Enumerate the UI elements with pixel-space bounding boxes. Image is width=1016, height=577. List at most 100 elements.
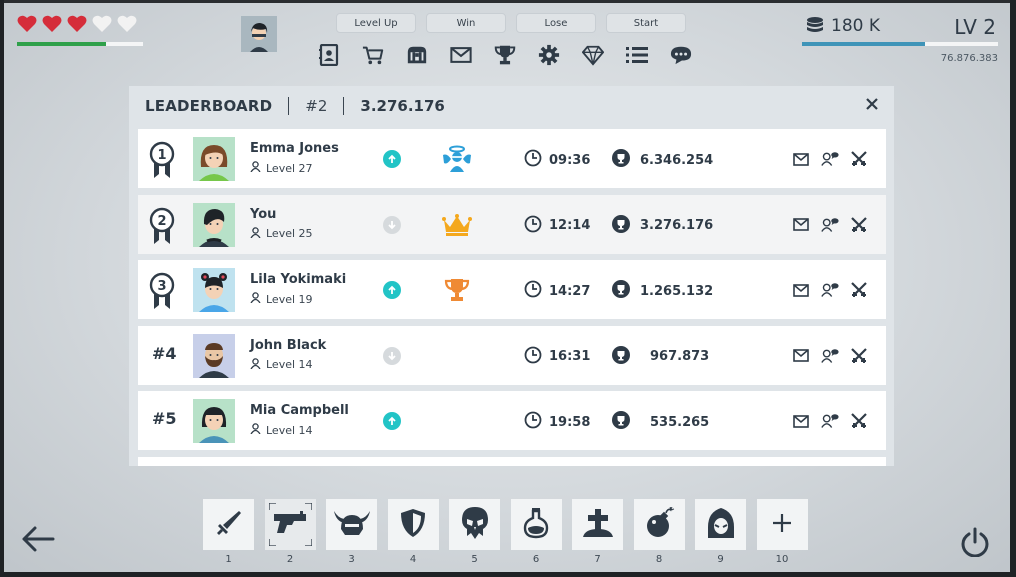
- svg-text:3: 3: [157, 279, 166, 294]
- add-friend-button[interactable]: [821, 150, 839, 168]
- leaderboard-panel: LEADERBOARD #2 3.276.176 1 Emma Jones Leve…: [129, 86, 894, 466]
- play-time: 14:27: [524, 280, 590, 302]
- message-button[interactable]: [792, 281, 810, 299]
- inventory-slot-button[interactable]: [264, 499, 316, 550]
- player-level-label: Level 25: [250, 226, 313, 241]
- message-button[interactable]: [792, 216, 810, 234]
- add-friend-button[interactable]: [821, 412, 839, 430]
- rank-medal-icon: 2: [148, 206, 176, 246]
- level-up-button[interactable]: Level Up: [336, 13, 416, 33]
- challenge-button[interactable]: [850, 347, 868, 365]
- start-button[interactable]: Start: [606, 13, 686, 33]
- challenge-button[interactable]: [850, 150, 868, 168]
- inventory-slot-2[interactable]: 2: [264, 499, 316, 565]
- player-level: LV 2: [954, 15, 996, 39]
- inventory-slot-9[interactable]: 9: [695, 499, 746, 565]
- add-friend-button[interactable]: [821, 347, 839, 365]
- slot-number: 10: [775, 554, 789, 565]
- leaderboard-row[interactable]: #5 Mia Campbell Level 14 19:58 535.265: [138, 391, 886, 450]
- message-button[interactable]: [792, 347, 810, 365]
- add-friend-button[interactable]: [821, 216, 839, 234]
- level-text: Level 14: [266, 358, 313, 371]
- leaderboard-list: 1 Emma Jones Level 27 09:36 6.346.254 2 You Lev…: [138, 129, 886, 466]
- chat-icon[interactable]: [670, 42, 692, 68]
- inventory-slot-button[interactable]: [449, 499, 500, 550]
- inventory-slot-button[interactable]: [326, 499, 377, 550]
- selection-frame: [268, 503, 312, 546]
- inventory-slot-10[interactable]: 10: [756, 499, 808, 565]
- player-avatar[interactable]: [193, 137, 235, 181]
- slot-number: 7: [594, 554, 601, 565]
- score-value: 1.265.132: [640, 283, 714, 299]
- close-button[interactable]: [860, 92, 884, 116]
- grave-icon: [581, 508, 615, 542]
- player-name: John Black: [250, 337, 327, 353]
- user-chat-icon: [821, 152, 839, 166]
- time-value: 16:31: [549, 349, 591, 364]
- score-display: 535.265: [612, 411, 709, 433]
- inventory-slot-button[interactable]: [387, 499, 439, 550]
- crossed-swords-icon: [851, 282, 867, 297]
- diamond-icon[interactable]: [582, 42, 604, 68]
- inventory-slot-button[interactable]: [203, 499, 254, 550]
- inventory-slot-button[interactable]: [510, 499, 562, 550]
- crossed-swords-icon: [851, 151, 867, 166]
- player-avatar[interactable]: [193, 333, 235, 378]
- trophy-icon[interactable]: [494, 42, 516, 68]
- player-avatar[interactable]: [241, 16, 277, 52]
- list-icon[interactable]: [626, 42, 648, 68]
- leaderboard-row[interactable]: [138, 456, 886, 466]
- player-name: Emma Jones: [250, 141, 339, 156]
- inventory-slot-button[interactable]: [756, 499, 808, 550]
- cart-icon[interactable]: [362, 42, 384, 68]
- score-display: 3.276.176: [612, 214, 713, 237]
- score-display: 6.346.254: [612, 149, 713, 171]
- leaderboard-row[interactable]: #4 John Black Level 14 16:31 967.873: [138, 325, 886, 385]
- score-display: 1.265.132: [612, 280, 713, 302]
- power-button[interactable]: [960, 527, 990, 558]
- crown-award-icon: [440, 210, 474, 240]
- user-icon: [250, 423, 261, 437]
- inventory-slot-button[interactable]: [572, 499, 623, 550]
- chest-icon[interactable]: [406, 42, 428, 68]
- inventory-slot-button[interactable]: [695, 499, 746, 550]
- slot-number: 4: [409, 554, 417, 565]
- inventory-slot-button[interactable]: [633, 499, 685, 550]
- angel-award-icon: [440, 144, 474, 174]
- clock-icon: [524, 280, 542, 302]
- back-button[interactable]: [20, 524, 56, 554]
- trophy-award-icon: [440, 275, 474, 305]
- player-avatar[interactable]: [193, 399, 235, 443]
- health-fill: [17, 42, 107, 46]
- play-time: 19:58: [524, 411, 590, 433]
- add-friend-button[interactable]: [821, 281, 839, 299]
- potion-icon: [523, 507, 549, 543]
- message-button[interactable]: [792, 150, 810, 168]
- challenge-button[interactable]: [850, 412, 868, 430]
- time-value: 19:58: [549, 414, 591, 430]
- coins-value: 180 K: [831, 16, 880, 36]
- win-button[interactable]: Win: [426, 13, 506, 33]
- inventory-slot-6[interactable]: 6: [510, 499, 562, 565]
- settings-icon[interactable]: [538, 42, 560, 68]
- inventory-slot-7[interactable]: 7: [572, 499, 623, 565]
- mail-icon[interactable]: [450, 42, 472, 68]
- inventory-slot-3[interactable]: 3: [326, 499, 377, 565]
- challenge-button[interactable]: [850, 216, 868, 234]
- message-button[interactable]: [792, 412, 810, 430]
- player-avatar[interactable]: [193, 268, 235, 312]
- inventory-slot-1[interactable]: 1: [203, 499, 254, 565]
- leaderboard-row[interactable]: 2 You Level 25 12:14 3.276.176: [138, 194, 886, 254]
- inventory-slot-4[interactable]: 4: [387, 499, 439, 565]
- leaderboard-row[interactable]: 3 Lila Yokimaki Level 19 14:27 1.265.132: [138, 260, 886, 319]
- inventory-slot-8[interactable]: 8: [633, 499, 685, 565]
- heart-full-icon: [17, 14, 37, 38]
- score-value: 6.346.254: [640, 152, 714, 168]
- player-avatar[interactable]: [193, 202, 235, 247]
- challenge-button[interactable]: [850, 281, 868, 299]
- lose-button[interactable]: Lose: [516, 13, 596, 33]
- leaderboard-row[interactable]: 1 Emma Jones Level 27 09:36 6.346.254: [138, 129, 886, 188]
- contacts-icon[interactable]: [318, 42, 340, 68]
- plus-icon: [771, 512, 793, 538]
- inventory-slot-5[interactable]: 5: [449, 499, 500, 565]
